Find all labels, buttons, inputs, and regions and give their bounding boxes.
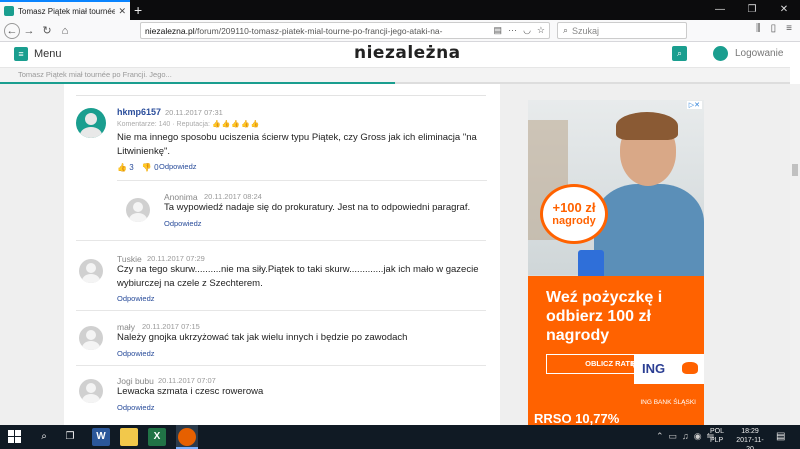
window-controls: — ❐ ✕ [704,0,800,20]
breadcrumb-bar: Tomasz Piątek miał tournée po Francji. J… [0,68,790,83]
language-indicator[interactable]: POL PLP [710,427,724,445]
windows-taskbar: ⌕ ❐ W X ⌃▭♫◉⇋ POLPLP 18:292017-11-20 ▤ [0,425,800,449]
adchoices-icon[interactable]: ▷✕ [686,101,702,109]
comment: mały 20.11.2017 07:15 Należy gnojka ukrz… [79,320,486,360]
divider [76,310,486,311]
pocket-icon[interactable]: ◡ [523,25,531,36]
back-icon[interactable]: ← [4,22,20,39]
reply-link[interactable]: Odpowiedz [117,294,155,303]
comment: hkmp6157 20.11.2017 07:31 Komentarze: 14… [76,107,486,177]
avatar [79,379,103,403]
avatar [79,259,103,283]
ing-logo: ING [634,354,704,384]
library-icon[interactable]: ⫼ [756,23,761,34]
excel-icon[interactable]: X [148,428,166,446]
comment-date: 20.11.2017 07:31 [165,108,223,117]
page-actions-icon[interactable]: ··· [508,25,517,36]
close-window-button[interactable]: ✕ [768,0,800,20]
ad-bonus-bubble: +100 zł nagrody [540,184,608,244]
reply-link[interactable]: Odpowiedz [117,403,155,412]
avatar [126,198,150,222]
menu-icon[interactable]: ≡ [14,47,28,61]
forward-icon[interactable]: → [20,25,38,37]
comment-reply: Anonima 20.11.2017 08:24 Ta wypowiedź na… [126,190,486,232]
minimize-button[interactable]: — [704,0,736,20]
comment-date: 20.11.2017 07:29 [147,254,205,263]
ad-bank-name: ING BANK ŚLĄSKI [528,398,704,410]
url-bar[interactable]: niezalezna.pl/forum/209110-tomasz-piatek… [140,22,550,39]
home-icon[interactable]: ⌂ [56,25,74,37]
ad-person-image [594,184,704,279]
comment: Tuskie 20.11.2017 07:29 Czy na tego skur… [79,252,486,304]
lion-icon [682,362,698,374]
breadcrumb[interactable]: Tomasz Piątek miał tournée po Francji. J… [18,70,172,79]
comment-text: Należy gnojka ukrzyżować tak jak wielu i… [117,332,408,343]
browser-tab-bar: Tomasz Piątek miał tournée po ✕ + — ❐ ✕ [0,0,800,20]
thumbs-down-icon[interactable]: 👎 [142,163,152,172]
task-view-icon[interactable]: ❐ [62,429,78,445]
search-placeholder: Szukaj [572,25,600,36]
page-scrollbar[interactable] [790,84,800,425]
divider [76,240,486,241]
avatar [76,108,106,138]
search-icon: ⌕ [563,25,569,35]
word-icon[interactable]: W [92,428,110,446]
avatar [79,326,103,350]
ad-headline: Weź pożyczkę i odbierz 100 zł nagrody [546,289,663,344]
divider [76,95,486,96]
reputation-thumbs-icon: 👍👍👍👍👍 [211,121,261,128]
ad-cta-button[interactable]: OBLICZ RATĘ > [546,354,640,374]
user-icon[interactable] [713,46,728,61]
windows-start-icon[interactable] [8,430,22,444]
search-icon[interactable]: ⌕ [36,429,52,445]
menu-label[interactable]: Menu [34,48,62,60]
comment-date: 20.11.2017 07:15 [142,322,200,331]
comment-author[interactable]: hkmp6157 [117,107,161,117]
notification-icon[interactable]: ▤ [776,431,785,442]
downvote-count: 0 [154,163,159,172]
comment: Jogi bubu 20.11.2017 07:07 Lewacka szmat… [79,374,486,416]
site-logo[interactable]: niezależna [354,43,461,63]
site-search-icon[interactable]: ⌕ [672,46,687,61]
comment-text: Nie ma innego sposobu uciszenia ścierw t… [117,132,477,157]
site-favicon-icon [4,6,14,16]
reader-view-icon[interactable]: ▤ [494,25,503,36]
reply-link[interactable]: Odpowiedz [159,162,197,171]
scrollbar-thumb[interactable] [792,164,798,176]
maximize-button[interactable]: ❐ [736,0,768,20]
browser-tab[interactable]: Tomasz Piątek miał tournée po ✕ [0,0,130,20]
tab-title: Tomasz Piątek miał tournée po [18,6,116,16]
login-link[interactable]: Logowanie [735,48,783,59]
file-explorer-icon[interactable] [120,428,138,446]
comment-text: Lewacka szmata i czesc rowerowa [117,386,264,397]
reload-icon[interactable]: ↻ [38,24,56,37]
comment-text: Ta wypowiedź nadaje się do prokuratury. … [164,202,471,213]
comment-date: 20.11.2017 08:24 [204,192,262,201]
reply-link[interactable]: Odpowiedz [117,349,155,358]
bookmark-star-icon[interactable]: ☆ [537,25,545,36]
browser-search-input[interactable]: ⌕ Szukaj [557,22,687,39]
sidebar-icon[interactable]: ▯ [771,23,777,34]
vote-controls: 👍 3 👎 0 [117,163,159,172]
comment-meta: Komentarze: 140 · Reputacja: 👍👍👍👍👍 [117,121,261,128]
tab-close-icon[interactable]: ✕ [118,6,126,17]
comment-date: 20.11.2017 07:07 [158,376,216,385]
site-header: ≡ Menu niezależna ⌕ Logowanie [0,42,790,68]
url-text[interactable]: niezalezna.pl/forum/209110-tomasz-piatek… [145,26,494,36]
clock[interactable]: 18:292017-11-20 [733,427,767,449]
browser-nav-bar: ← → ↻ ⌂ niezalezna.pl/forum/209110-tomas… [0,20,800,42]
comment-text: Czy na tego skurw..........nie ma siły.P… [117,264,479,289]
firefox-icon[interactable] [178,428,196,446]
divider [117,180,487,181]
hamburger-menu-icon[interactable]: ≡ [786,23,792,34]
reply-link[interactable]: Odpowiedz [164,219,202,228]
new-tab-icon[interactable]: + [134,2,142,18]
upvote-count: 3 [129,163,134,172]
thumbs-up-icon[interactable]: 👍 [117,163,127,172]
divider [76,365,486,366]
ad-person-hair [616,112,678,140]
ad-rrso-text: RRSO 10,77% [528,410,704,426]
